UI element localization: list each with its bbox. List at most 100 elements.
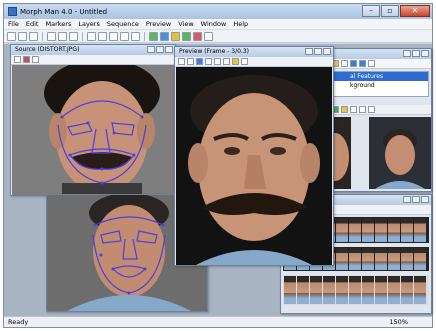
minimize-button[interactable] — [403, 196, 411, 203]
menu-file[interactable]: File — [8, 20, 19, 28]
menu-edit[interactable]: Edit — [26, 20, 39, 28]
menu-markers[interactable]: Markers — [45, 20, 71, 28]
last-frame-icon[interactable] — [214, 58, 221, 65]
layers-window[interactable]: al Features kground — [328, 48, 432, 192]
source-image[interactable] — [12, 65, 174, 195]
redo-icon[interactable] — [98, 31, 107, 41]
layer-row[interactable]: al Features — [332, 72, 428, 81]
close-button[interactable]: ✕ — [400, 5, 430, 17]
play-icon[interactable] — [182, 31, 191, 41]
toolbar-separator — [42, 31, 43, 41]
close-button[interactable] — [421, 196, 429, 203]
frame-thumbnail[interactable] — [297, 276, 309, 304]
pen-tool-icon[interactable] — [32, 56, 39, 63]
frame-thumbnail[interactable] — [336, 276, 348, 304]
frame-thumbnail[interactable] — [414, 218, 426, 242]
maximize-button[interactable] — [412, 50, 420, 57]
cut-icon[interactable] — [47, 31, 56, 41]
marker-tool-icon[interactable] — [14, 56, 21, 63]
maximize-button[interactable] — [412, 196, 420, 203]
frame-thumbnail[interactable] — [414, 276, 426, 304]
target-thumbnail[interactable] — [369, 117, 431, 189]
menu-preview[interactable]: Preview — [146, 20, 171, 28]
delete-icon[interactable] — [368, 60, 375, 67]
toolbar-separator — [82, 31, 83, 41]
prev-frame-icon[interactable] — [187, 58, 194, 65]
open-icon[interactable] — [18, 31, 27, 41]
frame-thumbnail[interactable] — [336, 248, 348, 270]
frame-thumbnail[interactable] — [362, 276, 374, 304]
undo-icon[interactable] — [87, 31, 96, 41]
export-icon[interactable] — [368, 106, 375, 113]
frame-thumbnail[interactable] — [336, 218, 348, 242]
source-thumbnail[interactable] — [331, 117, 351, 189]
frame-thumbnail[interactable] — [401, 248, 413, 270]
preview-window[interactable]: Preview (Frame - 3/0.3) — [174, 46, 334, 266]
maximize-button[interactable] — [314, 48, 322, 55]
refresh-icon[interactable] — [241, 58, 248, 65]
close-button[interactable] — [323, 48, 331, 55]
frame-thumbnail[interactable] — [310, 276, 322, 304]
menu-window[interactable]: Window — [201, 20, 227, 28]
next-frame-icon[interactable] — [205, 58, 212, 65]
layer-blue-icon[interactable] — [359, 60, 366, 67]
settings-icon[interactable] — [204, 31, 213, 41]
frame-thumbnail[interactable] — [388, 218, 400, 242]
frame-thumbnail[interactable] — [349, 276, 361, 304]
source-window[interactable]: Source (DISTORT.JPG) — [10, 44, 176, 196]
layer-blue-icon[interactable] — [160, 31, 169, 41]
key-icon[interactable] — [341, 106, 348, 113]
minimize-button[interactable] — [403, 50, 411, 57]
menu-layers[interactable]: Layers — [78, 20, 100, 28]
layer-green-icon[interactable] — [149, 31, 158, 41]
zoom-icon[interactable] — [109, 31, 118, 41]
layer-blue-icon[interactable] — [350, 60, 357, 67]
frame-thumbnail[interactable] — [362, 218, 374, 242]
frame-thumbnail[interactable] — [362, 248, 374, 270]
zoom-icon[interactable] — [232, 58, 239, 65]
close-button[interactable] — [421, 50, 429, 57]
frame-thumbnail[interactable] — [375, 276, 387, 304]
frame-thumbnail[interactable] — [375, 218, 387, 242]
maximize-button[interactable] — [156, 46, 164, 53]
minimize-button[interactable] — [147, 46, 155, 53]
frame-thumbnail[interactable] — [401, 276, 413, 304]
line-tool-icon[interactable] — [131, 31, 140, 41]
copy-icon[interactable] — [58, 31, 67, 41]
layer-yellow-icon[interactable] — [171, 31, 180, 41]
menu-sequence[interactable]: Sequence — [107, 20, 139, 28]
close-button[interactable] — [165, 46, 173, 53]
minimize-button[interactable]: – — [362, 5, 380, 17]
frame-thumbnail[interactable] — [375, 248, 387, 270]
frame-thumbnail[interactable] — [349, 248, 361, 270]
pointer-icon[interactable] — [120, 31, 129, 41]
frame-thumbnail[interactable] — [388, 276, 400, 304]
copy-icon[interactable] — [359, 106, 366, 113]
minimize-button[interactable] — [305, 48, 313, 55]
frame-thumbnail[interactable] — [401, 218, 413, 242]
main-toolbar — [4, 30, 432, 43]
preview-image[interactable] — [176, 67, 332, 265]
save-icon[interactable] — [29, 31, 38, 41]
frame-thumbnail[interactable] — [414, 248, 426, 270]
maximize-button[interactable]: ▫ — [381, 5, 399, 17]
frame-thumbnail[interactable] — [284, 276, 296, 304]
record-icon[interactable] — [193, 31, 202, 41]
save-icon[interactable] — [350, 106, 357, 113]
menu-view[interactable]: View — [178, 20, 193, 28]
loop-icon[interactable] — [223, 58, 230, 65]
preview-window-title: Preview (Frame - 3/0.3) — [179, 48, 249, 55]
arrow-tool-icon[interactable] — [23, 56, 30, 63]
sequence-strip-3[interactable] — [283, 275, 429, 305]
play-icon[interactable] — [196, 58, 203, 65]
frame-thumbnail[interactable] — [388, 248, 400, 270]
paste-icon[interactable] — [69, 31, 78, 41]
status-text: Ready — [8, 318, 29, 326]
new-layer-icon[interactable] — [341, 60, 348, 67]
frame-thumbnail[interactable] — [349, 218, 361, 242]
new-icon[interactable] — [7, 31, 16, 41]
frame-thumbnail[interactable] — [323, 276, 335, 304]
first-frame-icon[interactable] — [178, 58, 185, 65]
layer-row[interactable]: kground — [332, 81, 428, 90]
menu-help[interactable]: Help — [233, 20, 248, 28]
